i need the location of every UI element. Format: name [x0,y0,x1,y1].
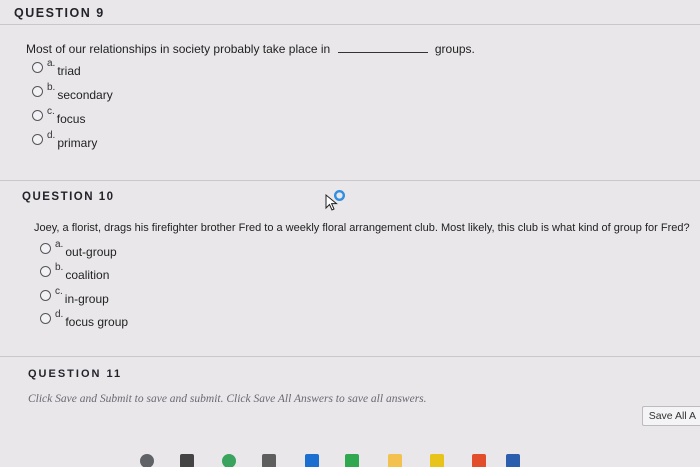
mouse-cursor-icon [325,189,346,211]
question-10-option-d[interactable]: d. focus group [40,309,128,329]
question-10-header: QUESTION 10 [22,191,115,203]
numbers-icon[interactable] [345,454,359,467]
option-letter: a. [55,239,64,250]
chrome-icon[interactable] [140,454,154,467]
question-9-option-c[interactable]: c. focus [32,106,85,126]
radio-button[interactable] [32,110,43,121]
radio-button[interactable] [40,313,51,324]
option-label: in-group [64,292,109,306]
word-icon[interactable] [506,454,520,467]
question-11-header: QUESTION 11 [28,368,123,380]
question-10-text: Joey, a florist, drags his firefighter b… [34,222,690,234]
radio-button[interactable] [32,134,43,145]
divider [0,356,700,357]
option-letter: b. [55,262,64,273]
radio-button[interactable] [40,290,51,301]
quiz-page: QUESTION 9 Most of our relationships in … [0,0,700,467]
dock [0,450,700,467]
option-letter: d. [55,309,64,320]
option-letter: c. [55,286,63,297]
option-label: primary [57,136,98,150]
photos-icon[interactable] [262,454,276,467]
question-9-text: Most of our relationships in society pro… [26,42,475,56]
option-letter: a. [47,58,56,69]
question-9-text-before: Most of our relationships in society pro… [26,42,331,56]
radio-button[interactable] [32,86,43,97]
divider [0,24,700,25]
radio-button[interactable] [40,266,51,277]
keynote-icon[interactable] [305,454,319,467]
radio-button[interactable] [32,62,43,73]
submit-instructions: Click Save and Submit to save and submit… [28,393,427,405]
option-letter: b. [47,82,56,93]
blank-line [337,43,428,53]
option-label: focus group [65,315,129,329]
messages-icon[interactable] [472,454,486,467]
app-store-icon[interactable] [430,454,444,467]
option-letter: c. [47,106,55,117]
option-label: out-group [65,245,117,259]
option-label: triad [57,64,81,78]
option-label: focus [56,112,86,126]
question-10-option-c[interactable]: c. in-group [40,286,109,306]
maps-icon[interactable] [222,454,236,467]
question-9-option-b[interactable]: b. secondary [32,82,113,102]
option-letter: d. [47,130,56,141]
save-all-answers-button[interactable]: Save All A [641,406,700,426]
notes-icon[interactable] [388,454,402,467]
question-9-text-after: groups. [434,42,475,56]
question-9-header: QUESTION 9 [14,6,105,20]
calculator-icon[interactable] [180,454,194,467]
question-9-option-a[interactable]: a. triad [32,58,81,78]
radio-button[interactable] [40,243,51,254]
divider [0,180,700,181]
question-10-option-a[interactable]: a. out-group [40,239,117,259]
option-label: coalition [65,268,110,282]
question-9-option-d[interactable]: d. primary [32,130,97,150]
option-label: secondary [57,88,113,102]
question-10-option-b[interactable]: b. coalition [40,262,109,282]
